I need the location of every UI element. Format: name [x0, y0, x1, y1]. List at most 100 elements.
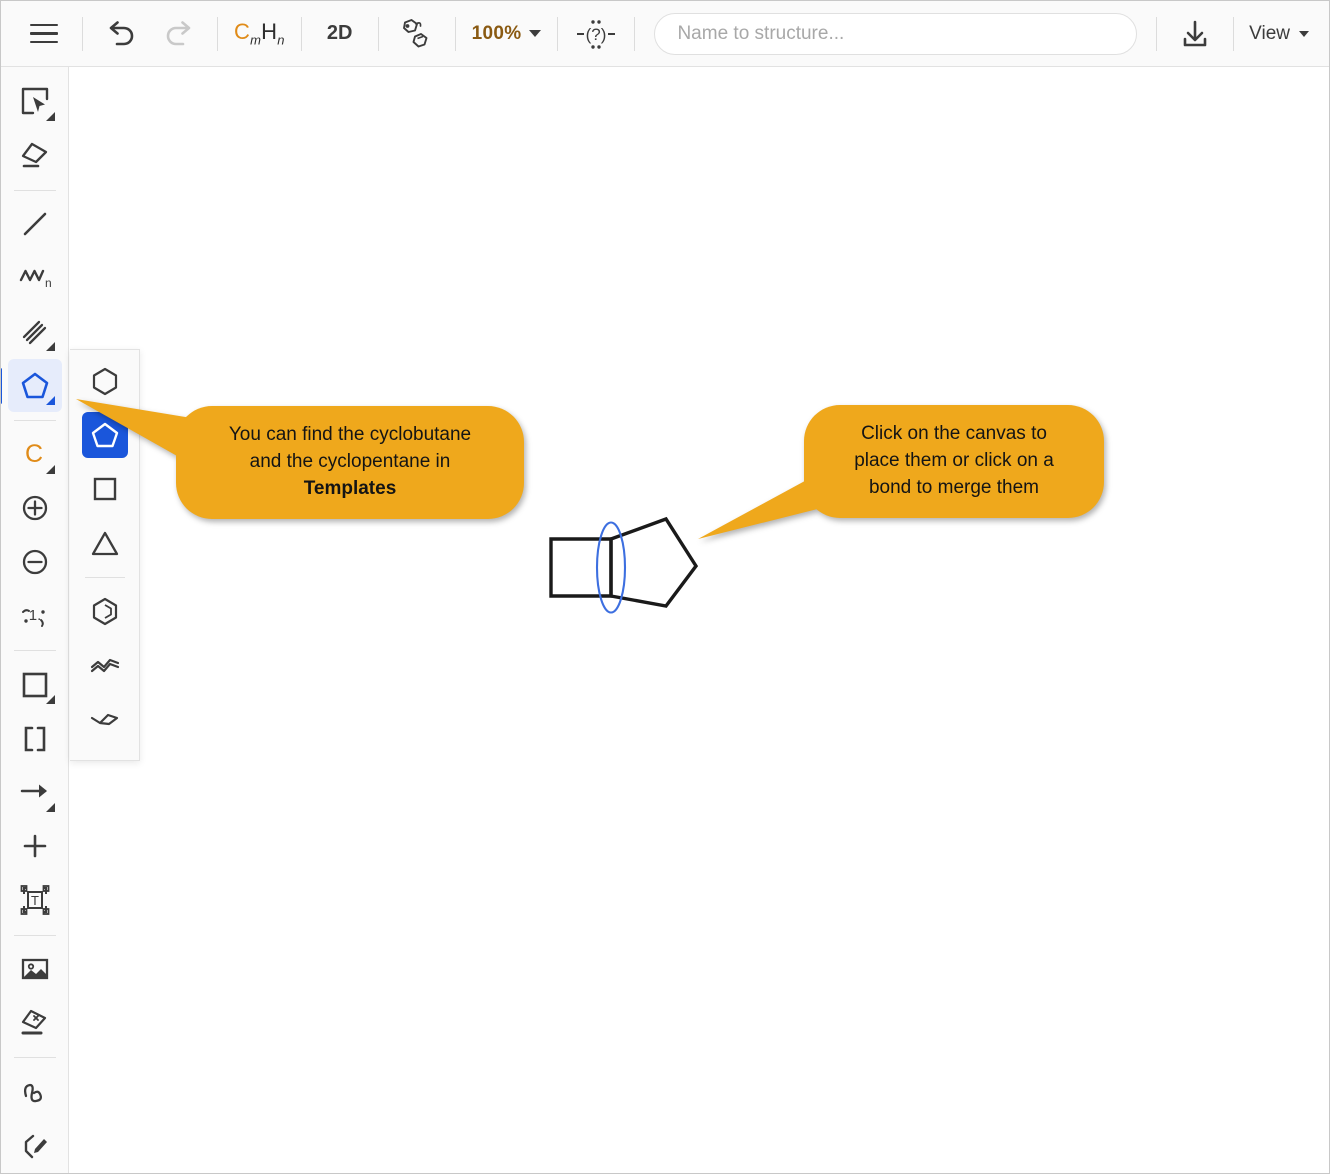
callout-line-2: and the cyclopentane in	[249, 450, 451, 472]
benzene-icon	[92, 597, 117, 626]
sidebar-divider	[13, 189, 56, 191]
drawing-canvas[interactable]	[69, 67, 1329, 1173]
molecular-formula-button[interactable]: CmHn	[227, 12, 292, 56]
toolbar-divider	[300, 16, 302, 51]
sidebar-item-templates[interactable]	[1, 359, 62, 413]
boat-conformer-icon	[90, 713, 118, 726]
redo-button[interactable]	[150, 12, 208, 56]
templates-divider	[84, 577, 125, 578]
more-options-corner	[45, 342, 55, 352]
toolbar-divider	[454, 16, 456, 51]
more-options-corner	[45, 396, 55, 406]
undo-icon	[109, 20, 134, 45]
toolbar-divider	[217, 16, 218, 51]
more-options-corner	[45, 111, 55, 121]
view-menu-label: View	[1249, 22, 1290, 44]
search-container	[644, 12, 1147, 55]
sidebar-item-chain[interactable]: n	[8, 252, 62, 305]
formula-label: CmHn	[234, 19, 285, 47]
sidebar-item-bond[interactable]	[8, 198, 62, 251]
charge-minus-icon	[22, 549, 47, 575]
sidebar-item-atom[interactable]: C	[8, 428, 62, 481]
sidebar-item-shape[interactable]	[8, 658, 62, 711]
sidebar-item-draw[interactable]	[8, 1119, 62, 1172]
callout-bubble: You can find the cyclobutane and the cyc…	[176, 406, 524, 519]
unknown-atom-button[interactable]: (?)	[567, 12, 625, 56]
sidebar-item-bracket[interactable]	[8, 712, 62, 765]
download-icon	[1183, 20, 1207, 46]
undo-button[interactable]	[92, 12, 150, 56]
svg-text:1.: 1.	[28, 607, 41, 624]
callout-line-2: place them or click on a	[854, 449, 1054, 471]
template-cyclopropane[interactable]	[82, 520, 128, 566]
eraser-icon	[21, 143, 47, 168]
callout-templates-hint: You can find the cyclobutane and the cyc…	[76, 397, 531, 519]
sidebar-divider	[13, 420, 56, 422]
view-menu-button[interactable]: View	[1243, 23, 1315, 45]
save-button[interactable]	[1166, 12, 1224, 56]
cyclobutane-ring[interactable]	[549, 537, 613, 598]
svg-text:T: T	[31, 893, 39, 908]
name-to-structure-input[interactable]	[654, 12, 1138, 55]
zoom-level-label: 100%	[471, 22, 522, 44]
formula-n: n	[277, 32, 285, 48]
chair-conformer-icon	[90, 658, 119, 673]
template-chain-chair[interactable]	[82, 642, 128, 688]
menu-button[interactable]	[15, 12, 73, 56]
chemistry-editor-window: CmHn 2D 100% (?) Name to structure... Vi…	[0, 0, 1330, 1174]
triangle-icon	[91, 531, 118, 556]
single-bond-icon	[23, 212, 46, 236]
callout-bubble: Click on the canvas to place them or cli…	[804, 405, 1104, 518]
sidebar-item-freehand[interactable]	[8, 1065, 62, 1118]
toolbar-divider	[82, 16, 83, 51]
sidebar-item-text[interactable]: T	[8, 874, 62, 927]
sidebar-item-image[interactable]	[8, 943, 62, 996]
zoom-level-button[interactable]: 100%	[465, 12, 549, 56]
callout-line-1: You can find the cyclobutane	[228, 424, 472, 445]
toolbar-divider	[634, 16, 636, 51]
dimension-label: 2D	[326, 22, 353, 44]
hexagon-icon	[92, 367, 117, 396]
template-chain-boat[interactable]	[82, 696, 128, 742]
sidebar-item-clean[interactable]	[8, 996, 62, 1049]
toolbar-divider	[1233, 16, 1235, 51]
formula-m: m	[250, 32, 262, 48]
structure-3d-button[interactable]	[388, 12, 446, 56]
sidebar-item-bond-type[interactable]	[8, 305, 62, 358]
callout-canvas-hint: Click on the canvas to place them or cli…	[691, 405, 1111, 550]
top-toolbar: CmHn 2D 100% (?) Name to structure... Vi…	[1, 1, 1329, 67]
chevron-down-icon	[1299, 30, 1309, 37]
callout-line-3: Templates	[303, 477, 397, 499]
dimension-toggle-button[interactable]: 2D	[311, 12, 369, 56]
more-options-corner	[45, 695, 55, 705]
template-benzene[interactable]	[82, 588, 128, 634]
svg-text:(?): (?)	[586, 25, 607, 44]
toolbar-divider	[557, 16, 559, 51]
image-icon	[21, 958, 48, 980]
sidebar-item-plus[interactable]	[8, 820, 62, 873]
more-options-corner	[45, 464, 55, 474]
left-toolbar: n C 1. T	[1, 67, 69, 1173]
more-options-corner	[45, 802, 55, 812]
sidebar-divider	[13, 650, 56, 652]
sidebar-item-select[interactable]	[8, 75, 62, 128]
cyclopentane-ring[interactable]	[609, 516, 699, 608]
hamburger-icon	[30, 23, 58, 44]
brackets-icon	[24, 726, 45, 751]
chain-icon: n	[19, 269, 52, 290]
reaction-plus-icon	[23, 835, 46, 858]
sidebar-item-erase[interactable]	[8, 129, 62, 182]
sidebar-divider	[13, 1057, 56, 1059]
text-box-icon: T	[20, 885, 49, 916]
sidebar-item-charge-plus[interactable]	[8, 482, 62, 535]
sidebar-item-atom-number[interactable]: 1.	[8, 590, 62, 643]
charge-plus-icon	[22, 496, 47, 521]
svg-text:n: n	[45, 276, 52, 290]
redo-icon	[166, 20, 191, 45]
sidebar-item-arrow[interactable]	[8, 766, 62, 819]
sidebar-item-charge-minus[interactable]	[8, 536, 62, 589]
callout-line-1: Click on the canvas to	[861, 423, 1047, 444]
molecule-structure[interactable]	[69, 67, 1329, 1173]
toolbar-divider	[377, 16, 379, 51]
toolbar-divider	[1156, 16, 1158, 51]
